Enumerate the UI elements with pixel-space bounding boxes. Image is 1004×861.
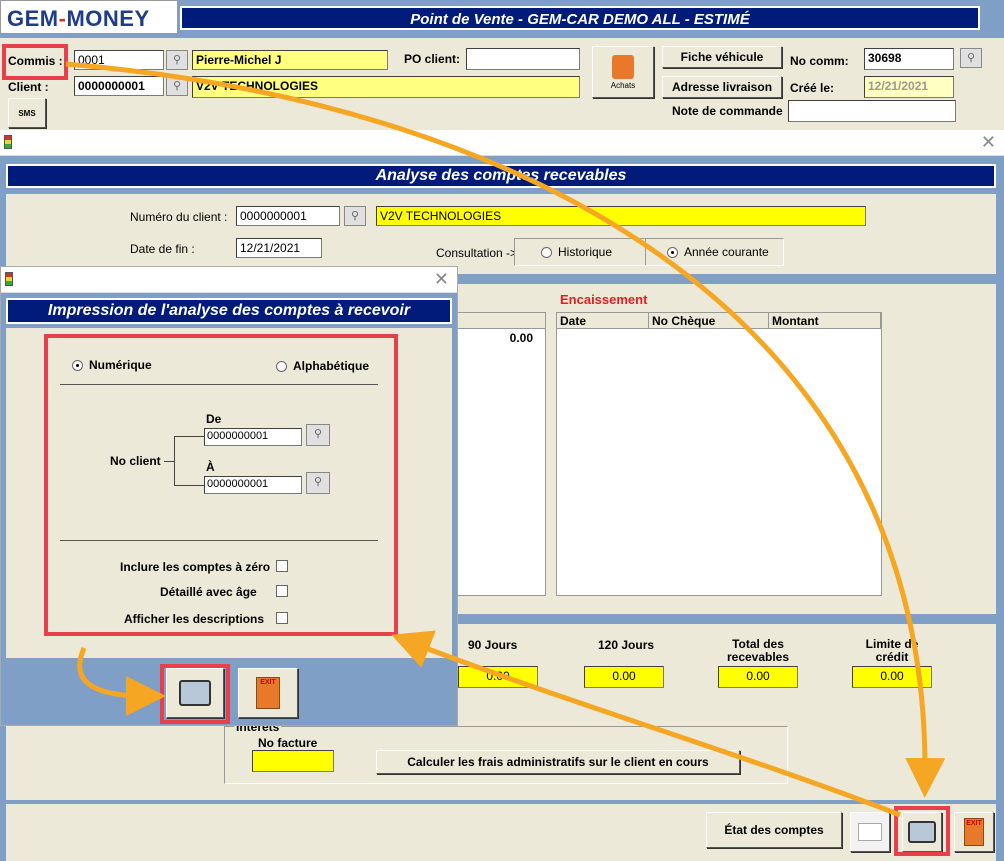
annotation-arrows (65, 61, 946, 818)
arrow-options-to-dialog-print (77, 646, 166, 716)
arrow-print-to-dialog (391, 630, 901, 818)
